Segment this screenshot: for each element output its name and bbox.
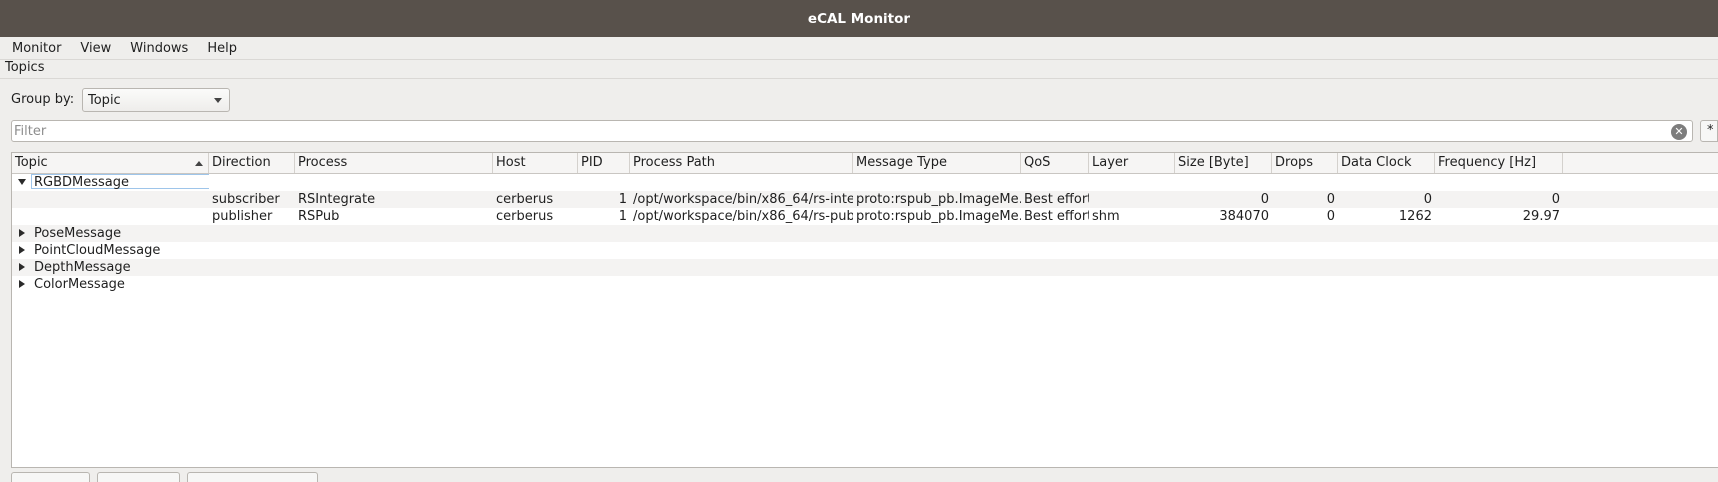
data-clock-cell: 1262 — [1398, 209, 1432, 224]
column-header-direction[interactable]: Direction — [209, 153, 295, 173]
column-header-host[interactable]: Host — [493, 153, 578, 173]
size-cell: 0 — [1260, 192, 1269, 207]
column-label: Topic — [15, 155, 48, 170]
topics-table: Topic Direction Process Host PID Process… — [11, 152, 1718, 468]
process-cell: RSIntegrate — [298, 192, 376, 207]
pid-cell: 1 — [618, 192, 627, 207]
column-header-process[interactable]: Process — [295, 153, 493, 173]
sort-ascending-icon — [195, 161, 203, 166]
topic-name: ColorMessage — [34, 277, 125, 292]
column-header-message-type[interactable]: Message Type — [853, 153, 1021, 173]
data-clock-cell: 0 — [1423, 192, 1432, 207]
topic-cell — [12, 208, 209, 225]
column-header-data-clock[interactable]: Data Clock — [1338, 153, 1435, 173]
group-by-label: Group by: — [11, 92, 75, 107]
column-header-pid[interactable]: PID — [578, 153, 630, 173]
topic-name: PoseMessage — [34, 226, 122, 241]
regex-button[interactable]: * — [1700, 120, 1718, 142]
column-header-layer[interactable]: Layer — [1089, 153, 1175, 173]
host-cell: cerberus — [496, 209, 554, 224]
message-type-cell: proto:rspub_pb.ImageMe… — [856, 192, 1021, 207]
menu-help[interactable]: Help — [195, 41, 244, 56]
process-path-cell: /opt/workspace/bin/x86_64/rs-pub — [633, 209, 853, 224]
expand-arrow-icon[interactable] — [19, 246, 25, 254]
table-header: Topic Direction Process Host PID Process… — [12, 153, 1718, 174]
bottom-button[interactable] — [11, 472, 90, 482]
column-header-topic[interactable]: Topic — [12, 153, 209, 173]
table-row[interactable]: publisher RSPub cerberus 1 /opt/workspac… — [12, 208, 1718, 225]
column-header-frequency[interactable]: Frequency [Hz] — [1435, 153, 1563, 173]
table-row-group[interactable]: PoseMessage — [12, 225, 1718, 242]
direction-cell: publisher — [212, 209, 273, 224]
bottom-button[interactable] — [97, 472, 180, 482]
process-path-cell: /opt/workspace/bin/x86_64/rs-inte… — [633, 192, 853, 207]
dock-divider — [0, 78, 1718, 79]
column-header-size[interactable]: Size [Byte] — [1175, 153, 1272, 173]
table-row-group[interactable]: PointCloudMessage — [12, 242, 1718, 259]
message-type-cell: proto:rspub_pb.ImageMe… — [856, 209, 1021, 224]
pid-cell: 1 — [618, 209, 627, 224]
menu-view[interactable]: View — [68, 41, 118, 56]
host-cell: cerberus — [496, 192, 554, 207]
bottom-button[interactable] — [187, 472, 318, 482]
column-header-process-path[interactable]: Process Path — [630, 153, 853, 173]
column-header-qos[interactable]: QoS — [1021, 153, 1089, 173]
filter-field[interactable]: ✕ — [11, 120, 1693, 142]
topic-cell: RGBDMessage — [12, 174, 209, 191]
expand-arrow-icon[interactable] — [19, 263, 25, 271]
size-cell: 384070 — [1219, 209, 1269, 224]
layer-cell: shm — [1092, 209, 1120, 224]
chevron-down-icon — [214, 98, 222, 103]
qos-cell: Best effort — [1024, 209, 1089, 224]
frequency-cell: 29.97 — [1522, 209, 1560, 224]
expand-arrow-icon[interactable] — [19, 229, 25, 237]
topic-cell: DepthMessage — [12, 259, 1563, 276]
direction-cell: subscriber — [212, 192, 280, 207]
table-row-group[interactable]: DepthMessage — [12, 259, 1718, 276]
drops-cell: 0 — [1326, 192, 1335, 207]
clear-icon[interactable]: ✕ — [1671, 124, 1687, 140]
expand-arrow-icon[interactable] — [18, 179, 26, 185]
frequency-cell: 0 — [1551, 192, 1560, 207]
topic-cell: ColorMessage — [12, 276, 1563, 293]
topic-name: RGBDMessage — [31, 174, 209, 190]
layer-cell — [1089, 191, 1175, 208]
filter-input[interactable] — [12, 121, 1654, 141]
topic-cell: PointCloudMessage — [12, 242, 1563, 259]
menu-monitor[interactable]: Monitor — [0, 41, 68, 56]
menu-windows[interactable]: Windows — [118, 41, 195, 56]
table-row-group[interactable]: RGBDMessage — [12, 174, 1718, 191]
menubar: Monitor View Windows Help — [0, 37, 1718, 60]
table-row[interactable]: subscriber RSIntegrate cerberus 1 /opt/w… — [12, 191, 1718, 208]
expand-arrow-icon[interactable] — [19, 280, 25, 288]
qos-cell: Best effort — [1024, 192, 1089, 207]
table-row-group[interactable]: ColorMessage — [12, 276, 1718, 293]
window-title: eCAL Monitor — [807, 10, 911, 27]
group-by-select[interactable]: Topic — [82, 88, 230, 112]
dock-title: Topics — [5, 60, 45, 75]
process-cell: RSPub — [298, 209, 340, 224]
drops-cell: 0 — [1326, 209, 1335, 224]
topic-cell — [12, 191, 209, 208]
topic-cell: PoseMessage — [12, 225, 1563, 242]
topic-name: DepthMessage — [34, 260, 131, 275]
column-header-drops[interactable]: Drops — [1272, 153, 1338, 173]
topic-name: PointCloudMessage — [34, 243, 161, 258]
window-titlebar: eCAL Monitor — [0, 0, 1718, 37]
group-by-value: Topic — [88, 92, 121, 108]
